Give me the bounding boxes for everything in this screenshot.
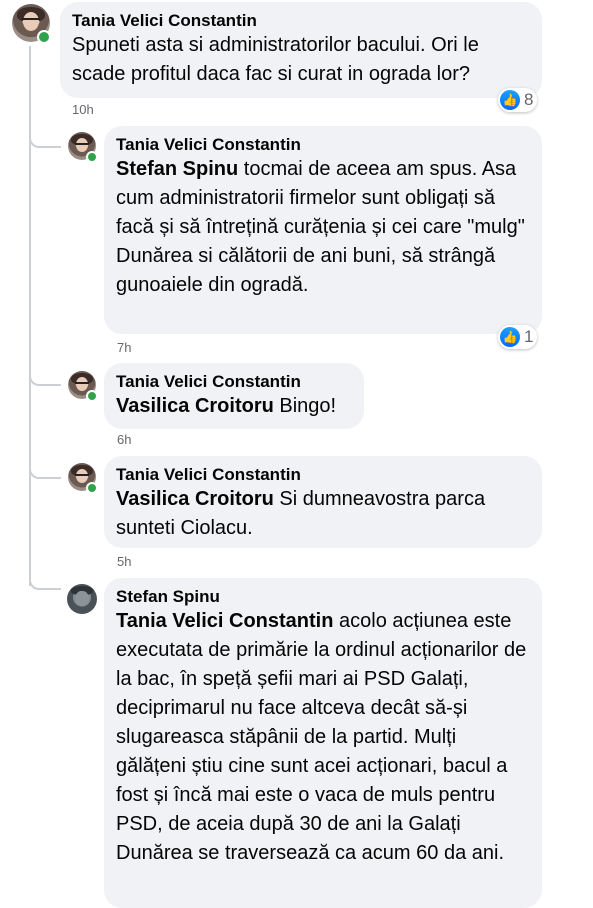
comment-text: Stefan Spinu tocmai de aceea am spus. As…: [116, 155, 530, 300]
mention-link[interactable]: Vasilica Croitoru: [116, 488, 274, 510]
thread-branch: [29, 572, 61, 590]
reaction-summary[interactable]: 👍 1: [498, 325, 538, 349]
comment-bubble: Tania Velici Constantin Stefan Spinu toc…: [104, 126, 542, 334]
comment-body: Bingo!: [273, 395, 337, 417]
like-thumb-icon: 👍: [500, 90, 520, 110]
comment-author[interactable]: Stefan Spinu: [116, 586, 530, 607]
reaction-count: 1: [524, 327, 534, 346]
thread-branch: [29, 130, 61, 148]
comment-time[interactable]: 10h: [72, 102, 94, 117]
mention-link[interactable]: Tania Velici Constantin: [116, 610, 333, 632]
like-thumb-icon: 👍: [500, 327, 520, 347]
comment-bubble: Stefan Spinu Tania Velici Constantin aco…: [104, 578, 542, 908]
comment-bubble: Tania Velici Constantin Vasilica Croitor…: [104, 456, 542, 548]
comment-body: acolo acțiunea este executata de primări…: [116, 610, 527, 864]
comment-author[interactable]: Tania Velici Constantin: [72, 10, 530, 31]
comment-bubble: Tania Velici Constantin Vasilica Croitor…: [104, 363, 364, 429]
mention-link[interactable]: Stefan Spinu: [116, 158, 238, 180]
comment-time[interactable]: 6h: [117, 432, 131, 447]
reaction-count: 8: [524, 90, 534, 109]
online-indicator: [86, 482, 98, 494]
comment-time[interactable]: 5h: [117, 554, 131, 569]
thread-branch: [29, 461, 61, 479]
comment-text: Vasilica Croitoru Si dumneavostra parca …: [116, 485, 530, 543]
comment-time[interactable]: 7h: [117, 340, 131, 355]
online-indicator: [37, 30, 51, 44]
online-indicator: [86, 151, 98, 163]
comment-author[interactable]: Tania Velici Constantin: [116, 464, 530, 485]
comment-author[interactable]: Tania Velici Constantin: [116, 134, 530, 155]
mention-link[interactable]: Vasilica Croitoru: [116, 395, 274, 417]
online-indicator: [86, 390, 98, 402]
avatar[interactable]: [67, 584, 97, 614]
thread-branch: [29, 368, 61, 386]
reaction-summary[interactable]: 👍 8: [498, 88, 538, 112]
thread-line: [29, 46, 31, 586]
comment-bubble: Tania Velici Constantin Spuneti asta si …: [60, 2, 542, 98]
comment-text: Spuneti asta si administratorilor baculu…: [72, 34, 479, 85]
comment-author[interactable]: Tania Velici Constantin: [116, 371, 352, 392]
comment-text: Vasilica Croitoru Bingo!: [116, 392, 352, 421]
comment-text: Tania Velici Constantin acolo acțiunea e…: [116, 607, 530, 868]
